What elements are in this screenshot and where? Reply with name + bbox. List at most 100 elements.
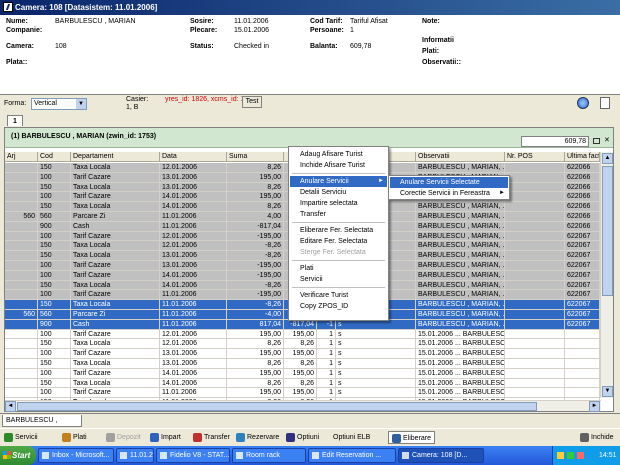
menu-item[interactable]: Inchide Afisare Turist: [290, 160, 387, 171]
context-menu: Adaug Afisare Turist Inchide Afisare Turi…: [288, 146, 389, 321]
tray-app-icon[interactable]: [557, 452, 564, 459]
action-servicii-button[interactable]: Servicii: [4, 431, 38, 444]
reservation-icon: [236, 432, 245, 442]
close-icon[interactable]: ✕: [604, 137, 610, 145]
cell-c7: -1: [317, 319, 336, 330]
scroll-down-icon[interactable]: ▼: [602, 386, 613, 397]
menu-item[interactable]: Transfer: [290, 209, 387, 220]
action-inchide-button[interactable]: Inchide: [580, 431, 614, 444]
restore-icon[interactable]: [593, 138, 600, 144]
cell-ult: 622067: [565, 300, 600, 310]
column-header-arj[interactable]: Arj: [5, 152, 38, 162]
action-impart-button[interactable]: Impart: [150, 431, 181, 444]
cell-pos: [505, 359, 565, 369]
cell-pos: [505, 339, 565, 350]
action-optiuni-elb-button[interactable]: Optiuni ELB: [333, 431, 370, 444]
persons-value: 1: [350, 27, 354, 34]
taskbar-button[interactable]: Camera: 108 [D...: [398, 448, 484, 463]
column-header-observatii[interactable]: Observatii: [416, 152, 505, 162]
column-header-data[interactable]: Data: [160, 152, 227, 162]
column-header-nr-pos[interactable]: Nr. POS: [505, 152, 565, 162]
chevron-down-icon[interactable]: ▼: [76, 99, 86, 109]
table-row[interactable]: 150 Taxa Locala 14.01.2006 8,26 8,26 1 s 15.01.…: [5, 378, 600, 389]
menu-item[interactable]: Verificare Turist: [290, 290, 387, 301]
taskbar-button[interactable]: Inbox - Microsoft...: [38, 448, 114, 463]
cell-arj: [5, 231, 38, 242]
action-depozit-button[interactable]: Depozit: [106, 431, 141, 444]
cell-pos: [505, 378, 565, 389]
menu-item[interactable]: Plati: [290, 263, 387, 274]
column-header-cod[interactable]: Cod: [38, 152, 71, 162]
cell-cod: 100: [38, 192, 71, 203]
tray-network-icon[interactable]: [567, 452, 574, 459]
cell-c7: 1: [317, 349, 336, 359]
table-row[interactable]: 100 Tarif Cazare 14.01.2006 195,00 195,00 1 s 1…: [5, 368, 600, 379]
column-header-suma[interactable]: Suma: [227, 152, 284, 162]
cell-pos: [505, 388, 565, 399]
column-header-departament[interactable]: Departament: [71, 152, 160, 162]
cell-obs: BARBULESCU , MARIAN, ...: [416, 280, 505, 291]
cashier-value: 1, B: [126, 104, 139, 111]
menu-item[interactable]: Eliberare Fer. Selectata: [290, 225, 387, 236]
submenu-item[interactable]: Anulare Servicii Selectate: [390, 177, 508, 188]
cell-dep: Tarif Cazare: [71, 270, 160, 281]
form-select[interactable]: Vertical ▼: [31, 98, 87, 110]
action-label: Optiuni ELB: [333, 434, 371, 441]
view-toolbar: Forma: Vertical ▼ Casier: 1, B yres_id: …: [0, 95, 620, 113]
taskbar-button[interactable]: 11.01.2006: [116, 448, 154, 463]
vertical-scrollbar[interactable]: ▲ ▼: [600, 152, 613, 398]
scroll-up-icon[interactable]: ▲: [602, 153, 613, 164]
scroll-right-icon[interactable]: ►: [589, 401, 600, 412]
cell-dep: Taxa Locala: [71, 202, 160, 212]
scroll-left-icon[interactable]: ◄: [5, 401, 16, 412]
table-row[interactable]: 100 Tarif Cazare 11.01.2006 195,00 195,00 1 s 1…: [5, 388, 600, 399]
menu-item[interactable]: Anulare Servicii ►: [290, 176, 387, 187]
menu-item[interactable]: Servicii: [290, 274, 387, 285]
action-optiuni-button[interactable]: Optiuni: [286, 431, 319, 444]
table-row[interactable]: 900 Cash 11.01.2006 817,04 -817,04 -1 s BARBULE…: [5, 319, 600, 330]
table-row[interactable]: 150 Taxa Locala 12.01.2006 8,26 8,26 1 s 15.01.…: [5, 339, 600, 350]
table-row[interactable]: 100 Tarif Cazare 12.01.2006 195,00 195,00 1 s 1…: [5, 329, 600, 340]
hscroll-thumb[interactable]: [17, 402, 537, 411]
tray-shield-icon[interactable]: [577, 452, 584, 459]
tab-1[interactable]: 1: [7, 115, 23, 126]
cell-c7: 1: [317, 339, 336, 350]
submenu-item-label: Corectie Servicii in Fereastra: [400, 190, 490, 197]
cell-cod: 150: [38, 359, 71, 369]
taskbar-button[interactable]: Fidelio V8 - STAT...: [156, 448, 230, 463]
test-button[interactable]: Test: [242, 96, 262, 108]
menu-item[interactable]: Sterge Fer. Selectata: [290, 247, 387, 258]
taskbar-button[interactable]: Room rack: [232, 448, 306, 463]
cell-data: 13.01.2006: [160, 172, 227, 183]
cell-suma: -817,04: [227, 221, 284, 232]
taskbar-button[interactable]: Edit Reservation ...: [308, 448, 396, 463]
submenu-item[interactable]: Corectie Servicii in Fereastra ►: [390, 188, 508, 199]
table-row[interactable]: 150 Taxa Locala 13.01.2006 8,26 8,26 1 s 15.01.…: [5, 359, 600, 369]
action-transfer-button[interactable]: Transfer: [193, 431, 230, 444]
tab-guest[interactable]: BARBULESCU , MARIAN: [2, 415, 82, 435]
column-header-ultima-factura[interactable]: Ultima factura: [565, 152, 600, 162]
cell-data: 11.01.2006: [160, 388, 227, 399]
menu-item[interactable]: Editare Fer. Selectata: [290, 236, 387, 247]
cell-arj: [5, 241, 38, 252]
scroll-thumb[interactable]: [602, 166, 613, 296]
cell-ult: 622067: [565, 241, 600, 252]
action-rezervare-button[interactable]: Rezervare: [236, 431, 279, 444]
start-button[interactable]: Start: [0, 446, 36, 465]
document-icon[interactable]: [600, 97, 610, 109]
payments-info-label: Plati:: [422, 48, 440, 55]
action-plati-button[interactable]: Plati: [62, 431, 87, 444]
rate-code-value: Tariful Afisat: [350, 18, 388, 25]
horizontal-scrollbar[interactable]: ◄ ►: [5, 400, 601, 412]
cell-arj: [5, 388, 38, 399]
menu-item[interactable]: Detalii Serviciu: [290, 187, 387, 198]
globe-icon[interactable]: [577, 97, 589, 109]
table-row[interactable]: 100 Tarif Cazare 13.01.2006 195,00 195,00 1 s 1…: [5, 349, 600, 359]
menu-item[interactable]: Adaug Afisare Turist: [290, 149, 387, 160]
action-eliberare-button[interactable]: Eliberare: [388, 431, 436, 444]
menu-item[interactable]: Copy ZPOS_ID: [290, 301, 387, 312]
menu-item[interactable]: Impartire selectata: [290, 198, 387, 209]
cell-arj: [5, 368, 38, 379]
room-label: Camera:: [6, 43, 35, 50]
cell-data: 12.01.2006: [160, 339, 227, 350]
